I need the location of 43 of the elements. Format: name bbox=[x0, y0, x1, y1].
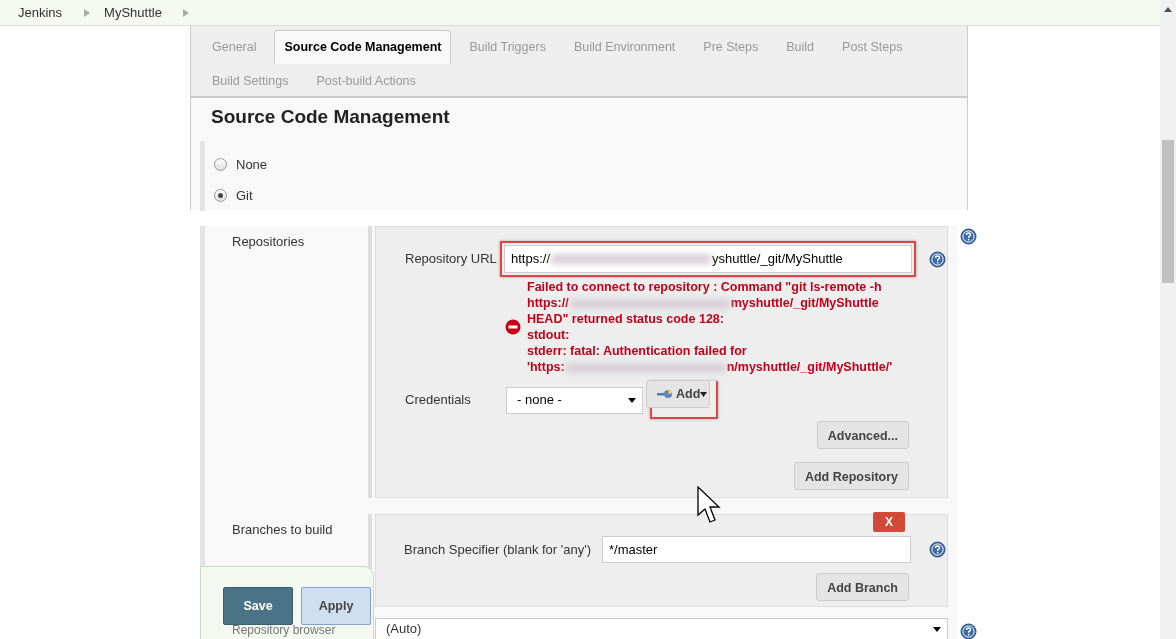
add-branch-button[interactable]: Add Branch bbox=[816, 573, 909, 601]
help-icon[interactable] bbox=[960, 623, 977, 639]
breadcrumb-link[interactable]: Jenkins bbox=[18, 2, 63, 23]
key-icon bbox=[657, 389, 673, 399]
field-label: Credentials bbox=[405, 392, 471, 408]
tab[interactable]: Source Code Management bbox=[274, 30, 452, 64]
apply-button[interactable]: Apply bbox=[301, 587, 371, 625]
help-icon[interactable] bbox=[929, 541, 946, 558]
error-text: stdout: bbox=[527, 327, 571, 343]
error-text: Failed to connect to repository : Command "git ls-remote -h bbox=[527, 279, 883, 295]
repository-browser-select[interactable]: (Auto) bbox=[375, 618, 948, 639]
radio-label: None bbox=[236, 155, 268, 174]
caret-icon[interactable] bbox=[700, 391, 708, 397]
caret-icon[interactable] bbox=[628, 397, 636, 403]
field-label: Branch Specifier (blank for 'any') bbox=[404, 541, 592, 557]
add-credentials-button[interactable]: Add bbox=[646, 380, 710, 408]
scrollbar-thumb[interactable] bbox=[1162, 140, 1174, 283]
caret-icon[interactable] bbox=[933, 626, 941, 632]
delete-button[interactable]: X bbox=[873, 512, 905, 532]
field-label: Repository browser bbox=[232, 623, 336, 637]
advanced-button[interactable]: Advanced... bbox=[816, 421, 909, 449]
breadcrumb-link[interactable]: MyShuttle bbox=[104, 2, 162, 23]
error-text: HEAD" returned status code 128: bbox=[527, 311, 725, 327]
help-icon[interactable] bbox=[960, 228, 977, 246]
radio-label: Git bbox=[236, 186, 253, 205]
help-icon[interactable] bbox=[929, 250, 946, 268]
error-text: stderr: fatal: Authentication failed for bbox=[527, 343, 748, 359]
error-text: https:// myshuttle/_git/MyShuttle bbox=[527, 295, 880, 311]
radio-button[interactable] bbox=[214, 188, 227, 202]
mouse-cursor-icon bbox=[697, 486, 721, 524]
field-label: Repository URL bbox=[405, 251, 497, 267]
add-repository-button[interactable]: Add Repository bbox=[793, 462, 909, 490]
url-field[interactable]: https:// yshuttle/_git/MyShuttle bbox=[504, 245, 912, 273]
section-title: Source Code Management bbox=[211, 106, 451, 129]
credentials-select[interactable]: - none - bbox=[506, 386, 643, 414]
branch-specifier-field[interactable]: */master bbox=[602, 536, 911, 563]
field-label: Repositories bbox=[232, 234, 305, 249]
error-text: 'https: n/myshuttle/_git/MyShuttle/' bbox=[527, 359, 893, 375]
scrollbar[interactable] bbox=[1160, 0, 1176, 639]
field-label: Branches to build bbox=[232, 522, 333, 537]
error-icon bbox=[505, 319, 521, 335]
radio-button[interactable] bbox=[214, 157, 227, 171]
save-button[interactable]: Save bbox=[223, 587, 293, 625]
